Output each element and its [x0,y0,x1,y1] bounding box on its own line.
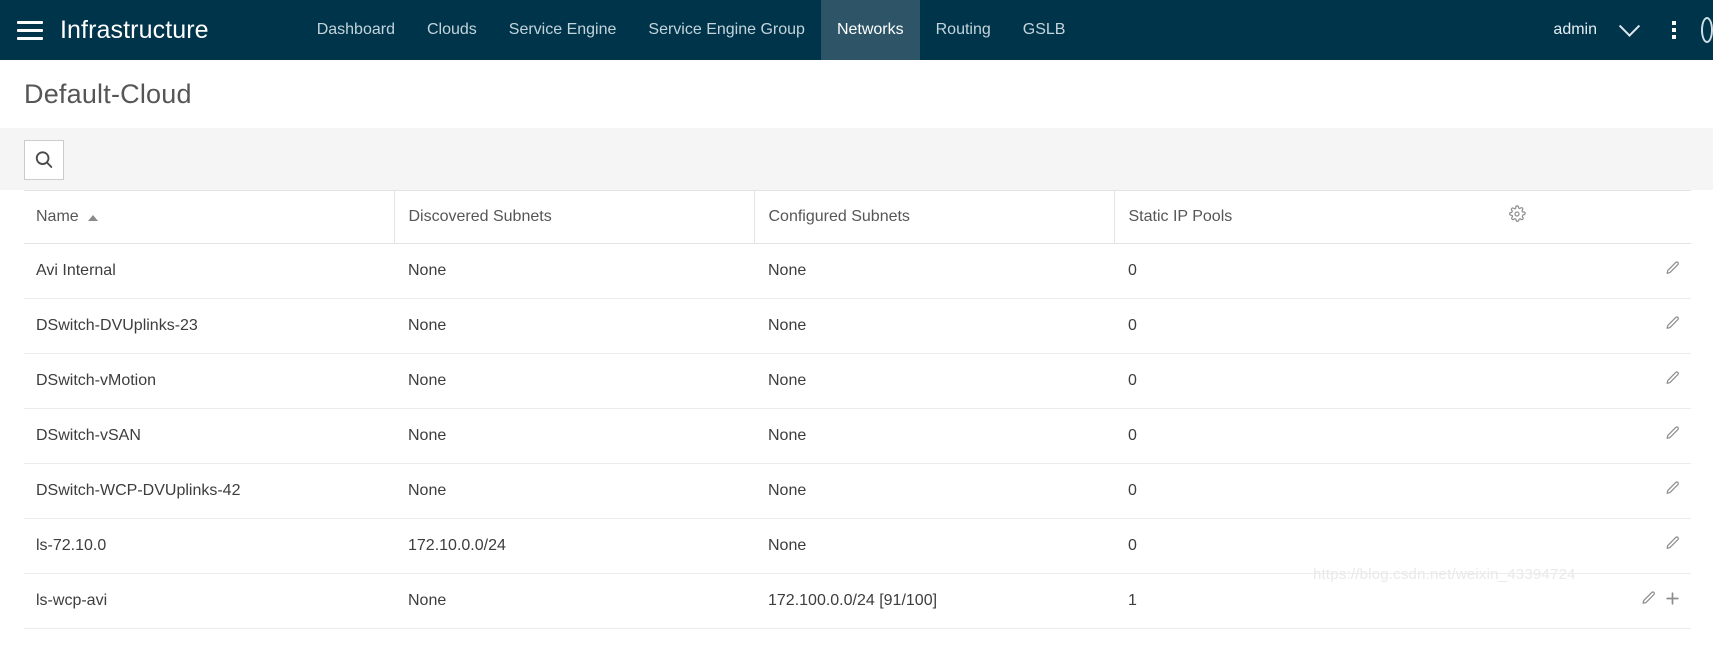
edit-icon[interactable] [1664,260,1681,282]
cell-discovered-subnets: None [394,408,754,464]
cell-name: DSwitch-vMotion [24,353,394,409]
edit-icon[interactable] [1664,535,1681,557]
topbar-right-group: admin [1547,0,1713,60]
page-title: Default-Cloud [24,78,192,109]
table-row[interactable]: DSwitch-vMotion None None 0 [24,353,1691,409]
main-nav: Dashboard Clouds Service Engine Service … [301,0,1082,60]
column-header-name-label: Name [36,207,79,225]
cell-row-actions [1494,463,1691,519]
nav-item-service-engine[interactable]: Service Engine [493,0,633,60]
cell-row-actions [1494,243,1691,299]
cell-configured-subnets: 172.100.0.0/24 [91/100] [754,573,1114,629]
networks-table-container: Name Discovered Subnets Configured Subne… [24,190,1691,629]
add-icon[interactable] [1664,590,1681,612]
vertical-dots-icon[interactable] [1655,0,1693,60]
cell-discovered-subnets: None [394,243,754,299]
cell-configured-subnets: None [754,463,1114,519]
table-row[interactable]: Avi Internal None None 0 [24,243,1691,299]
table-row[interactable]: ls-wcp-avi None 172.100.0.0/24 [91/100] 1 [24,573,1691,629]
cell-discovered-subnets: None [394,298,754,354]
cell-name: Avi Internal [24,243,394,299]
cell-configured-subnets: None [754,518,1114,574]
cell-row-actions [1494,353,1691,409]
column-header-configured-subnets[interactable]: Configured Subnets [753,191,1114,244]
cell-discovered-subnets: None [394,463,754,519]
cell-row-actions [1494,408,1691,464]
search-icon [35,151,53,168]
column-header-configured-subnets-label: Configured Subnets [768,207,910,225]
column-header-name[interactable]: Name [24,191,394,244]
cell-static-ip-pools: 0 [1114,298,1494,354]
edit-icon[interactable] [1640,590,1657,612]
chevron-down-icon[interactable] [1603,0,1655,60]
column-header-static-ip-pools[interactable]: Static IP Pools [1113,191,1494,244]
column-header-discovered-subnets-label: Discovered Subnets [408,207,552,225]
edit-icon[interactable] [1664,315,1681,337]
cell-name: ls-72.10.0 [24,518,394,574]
cell-configured-subnets: None [754,408,1114,464]
cell-configured-subnets: None [754,353,1114,409]
nav-item-dashboard[interactable]: Dashboard [301,0,411,60]
cell-name: DSwitch-vSAN [24,408,394,464]
cell-name: DSwitch-WCP-DVUplinks-42 [24,463,394,519]
networks-table: Name Discovered Subnets Configured Subne… [24,191,1691,629]
cell-name: ls-wcp-avi [24,573,394,629]
cell-configured-subnets: None [754,298,1114,354]
nav-item-gslb[interactable]: GSLB [1007,0,1082,60]
app-title: Infrastructure [60,15,209,44]
edit-icon[interactable] [1664,370,1681,392]
column-header-static-ip-pools-label: Static IP Pools [1128,207,1233,225]
cell-name: DSwitch-DVUplinks-23 [24,298,394,354]
column-header-discovered-subnets[interactable]: Discovered Subnets [393,191,754,244]
hamburger-menu-icon[interactable] [0,0,60,60]
cell-row-actions [1494,518,1691,574]
cell-row-actions [1494,573,1691,629]
table-header-row: Name Discovered Subnets Configured Subne… [24,191,1691,244]
cell-discovered-subnets: 172.10.0.0/24 [394,518,754,574]
edit-icon[interactable] [1664,425,1681,447]
nav-item-networks[interactable]: Networks [820,0,920,60]
table-row[interactable]: DSwitch-DVUplinks-23 None None 0 [24,298,1691,354]
help-circle-icon[interactable] [1693,0,1713,60]
cell-discovered-subnets: None [394,573,754,629]
edit-icon[interactable] [1664,480,1681,502]
nav-item-clouds[interactable]: Clouds [411,0,493,60]
cell-configured-subnets: None [754,243,1114,299]
table-row[interactable]: ls-72.10.0 172.10.0.0/24 None 0 [24,518,1691,574]
nav-item-service-engine-group[interactable]: Service Engine Group [632,0,821,60]
cell-static-ip-pools: 0 [1114,518,1494,574]
nav-item-routing[interactable]: Routing [920,0,1007,60]
cell-static-ip-pools: 0 [1114,408,1494,464]
table-row[interactable]: DSwitch-WCP-DVUplinks-42 None None 0 [24,463,1691,519]
sort-asc-caret-icon [87,214,98,221]
networks-table-body: Avi Internal None None 0 DSwitch-DVUplinks-2… [24,243,1691,629]
cell-static-ip-pools: 0 [1114,243,1494,299]
column-settings-cell [1494,191,1691,244]
app-root: Infrastructure Dashboard Clouds Service … [0,0,1713,649]
table-toolbar [0,128,1713,190]
top-navigation-bar: Infrastructure Dashboard Clouds Service … [0,0,1713,60]
cell-row-actions [1494,298,1691,354]
table-row[interactable]: DSwitch-vSAN None None 0 [24,408,1691,464]
user-menu-label[interactable]: admin [1547,21,1603,39]
cell-static-ip-pools: 0 [1114,463,1494,519]
cell-static-ip-pools: 0 [1114,353,1494,409]
search-button[interactable] [24,140,64,180]
cell-static-ip-pools: 1 [1114,573,1494,629]
page-title-bar: Default-Cloud [0,60,1713,128]
gear-icon[interactable] [1508,205,1526,228]
cell-discovered-subnets: None [394,353,754,409]
